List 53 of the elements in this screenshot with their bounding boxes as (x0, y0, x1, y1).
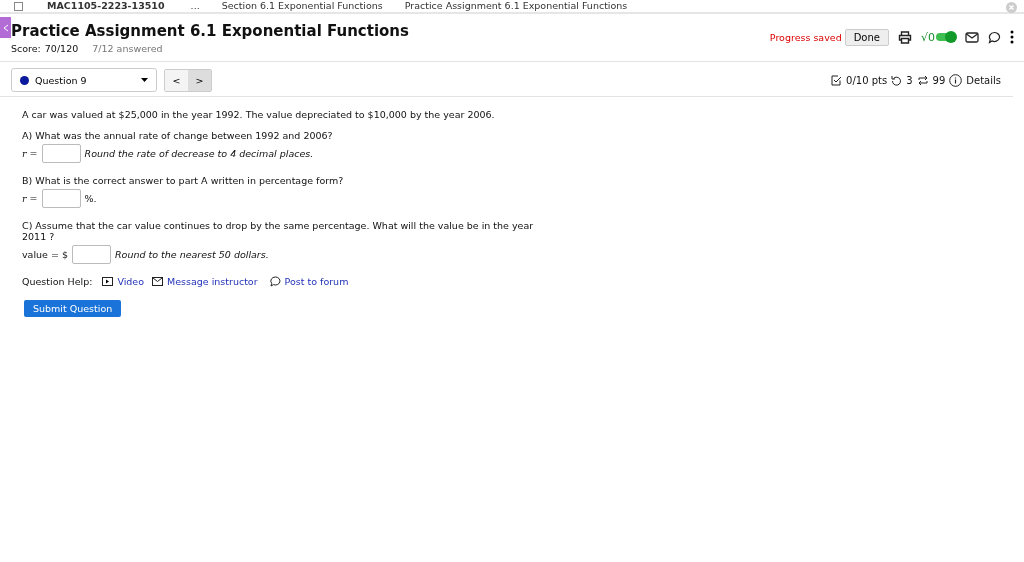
caret-icon (141, 78, 148, 82)
attempts-count: 3 (906, 74, 913, 86)
video-icon (102, 277, 114, 286)
save-status: Progress saved (769, 31, 842, 43)
question-text: A) What was the annual rate of change between 1992 and 2006? (22, 130, 334, 141)
collapse-tab[interactable] (0, 17, 11, 38)
repeat-icon (916, 74, 929, 86)
answer-field[interactable] (41, 144, 81, 163)
assignment-title: Practice Assignment 6.1 Exponential Functions (11, 22, 409, 40)
score-value: 70/120 (44, 43, 79, 54)
chevron-left-icon (2, 23, 9, 32)
help-label: Question Help: (22, 276, 93, 287)
breadcrumb-link[interactable]: MAC1105-2223-13510 (47, 0, 165, 12)
mail-icon[interactable] (965, 31, 979, 43)
answer-field[interactable] (41, 189, 81, 208)
close-icon[interactable] (1006, 2, 1017, 13)
next-button[interactable]: > (188, 69, 211, 91)
chat-icon[interactable] (988, 30, 1001, 44)
more-icon[interactable] (1010, 30, 1014, 44)
mail-icon (152, 277, 163, 286)
question-text: C) Assume that the car value continues to drop by the same percentage. What will the value be in the year 2011 ? (22, 220, 535, 242)
print-icon[interactable] (898, 30, 912, 44)
page-icon (14, 1, 23, 11)
math-toggle[interactable] (936, 33, 956, 41)
breadcrumb-link[interactable]: ... (190, 0, 200, 12)
breadcrumb-link[interactable]: Section 6.1 Exponential Functions (221, 0, 383, 12)
help-link[interactable]: Video (117, 276, 144, 287)
question-select[interactable]: Question 9 (11, 68, 157, 92)
help-link[interactable]: Post to forum (284, 276, 349, 287)
previous-button[interactable]: < (165, 69, 188, 91)
hint-text: Round the rate of decrease to 4 decimal places. (84, 148, 314, 159)
unit-label: %. (84, 193, 97, 204)
answered-count: 7/12 answered (92, 43, 163, 54)
variable-label: value = $ (22, 249, 68, 260)
details-link[interactable]: Details (966, 74, 1001, 86)
hint-text: Round to the nearest 50 dollars. (115, 249, 269, 260)
points-text: 0/10 pts (846, 74, 888, 86)
math-toggle-label: √0 (921, 30, 935, 44)
info-icon (949, 73, 963, 87)
checkbox-icon (831, 74, 843, 86)
problem-text: A car was valued at $25,000 in the year 1992. The value depreciated to $10,000 by the year 2006. (22, 109, 496, 120)
submit-button[interactable]: Submit Question (24, 300, 122, 317)
answer-field[interactable] (72, 245, 111, 264)
undo-icon (891, 74, 903, 86)
question-text: B) What is the correct answer to part A written in percentage form? (22, 175, 345, 186)
chat-icon (269, 276, 281, 287)
done-button[interactable]: Done (844, 28, 889, 46)
retries-count: 99 (932, 74, 946, 86)
help-link[interactable]: Message instructor (167, 276, 258, 287)
variable-label: r = (22, 148, 38, 159)
variable-label: r = (22, 193, 38, 204)
breadcrumb-link[interactable]: Practice Assignment 6.1 Exponential Functions (404, 0, 628, 12)
score-label: Score: (11, 43, 41, 54)
